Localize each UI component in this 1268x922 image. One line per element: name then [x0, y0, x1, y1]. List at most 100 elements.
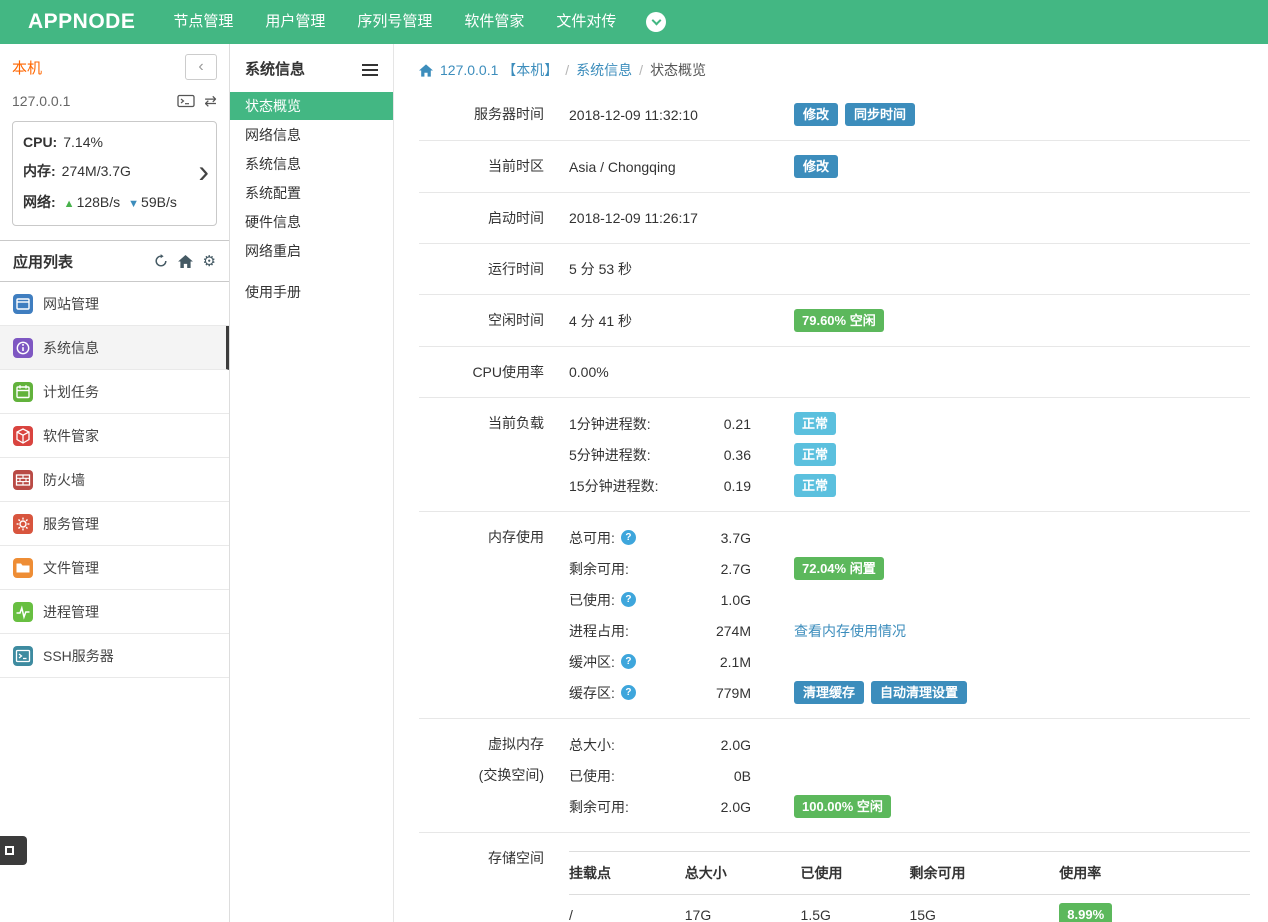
process-icon — [13, 602, 33, 622]
submenu-item-hardware-info[interactable]: 硬件信息 — [230, 208, 393, 236]
nav-item-serial-management[interactable]: 序列号管理 — [341, 0, 448, 44]
app-item-label: 系统信息 — [43, 338, 99, 358]
submenu-item-user-manual[interactable]: 使用手册 — [230, 278, 393, 306]
cpu-usage-value: 0.00% — [569, 364, 794, 380]
submenu-item-network-restart[interactable]: 网络重启 — [230, 237, 393, 265]
host-ip: 127.0.0.1 — [12, 93, 70, 109]
row-boot-time: 启动时间 2018-12-09 11:26:17 — [419, 192, 1250, 243]
chevron-right-icon[interactable]: › — [198, 154, 209, 186]
submenu-item-status-overview[interactable]: 状态概览 — [230, 92, 393, 120]
edit-server-time-button[interactable]: 修改 — [794, 103, 838, 126]
app-list: 网站管理 系统信息 计划任务 软件管家 防火墙 服务管理 — [0, 282, 229, 678]
chevron-down-icon[interactable] — [646, 12, 666, 32]
breadcrumb-separator: / — [565, 62, 569, 78]
corner-tab[interactable] — [0, 836, 27, 865]
server-time-value: 2018-12-09 11:32:10 — [569, 107, 794, 123]
download-arrow-icon: ▼ — [128, 198, 139, 210]
row-label: 内存使用 — [419, 522, 569, 708]
swap-row-total: 总大小: 2.0G — [569, 729, 1250, 760]
memory-row-total: 总可用:? 3.7G — [569, 522, 1250, 553]
swap-row-used: 已使用: 0B — [569, 760, 1250, 791]
row-label: CPU使用率 — [419, 361, 569, 383]
submenu-item-network-info[interactable]: 网络信息 — [230, 121, 393, 149]
edit-timezone-button[interactable]: 修改 — [794, 155, 838, 178]
host-panel: 本机 ‹ 127.0.0.1 ⇄ CPU: 7.14% 内存: 274M/3.7G — [0, 44, 229, 226]
help-icon[interactable]: ? — [621, 685, 636, 700]
ssh-icon — [13, 646, 33, 666]
submenu-item-system-config[interactable]: 系统配置 — [230, 179, 393, 207]
home-icon[interactable] — [178, 255, 193, 268]
sidebar-item-scheduled-tasks[interactable]: 计划任务 — [0, 370, 229, 414]
auto-clear-settings-button[interactable]: 自动清理设置 — [871, 681, 967, 704]
sync-time-button[interactable]: 同步时间 — [845, 103, 915, 126]
row-label: 当前时区 — [419, 155, 569, 178]
refresh-icon[interactable] — [154, 254, 168, 268]
help-icon[interactable]: ? — [621, 530, 636, 545]
breadcrumb-current: 状态概览 — [650, 60, 706, 80]
memory-row-process: 进程占用: 274M 查看内存使用情况 — [569, 615, 1250, 646]
row-storage: 存储空间 挂载点 总大小 已使用 剩余可用 使用率 / — [419, 832, 1250, 922]
nav-item-file-transfer[interactable]: 文件对传 — [540, 0, 632, 44]
memory-value: 274M/3.7G — [62, 163, 131, 179]
brand-logo: APPNODE — [28, 10, 135, 34]
submenu-list: 状态概览 网络信息 系统信息 系统配置 硬件信息 网络重启 使用手册 — [230, 92, 393, 306]
transfer-icon[interactable]: ⇄ — [204, 94, 217, 109]
nav-item-user-management[interactable]: 用户管理 — [249, 0, 341, 44]
sidebar-item-firewall[interactable]: 防火墙 — [0, 458, 229, 502]
main-nav: 节点管理 用户管理 序列号管理 软件管家 文件对传 — [157, 0, 632, 44]
cpu-value: 7.14% — [63, 134, 103, 150]
services-icon — [13, 514, 33, 534]
sidebar-item-software-manager[interactable]: 软件管家 — [0, 414, 229, 458]
app-item-label: 文件管理 — [43, 558, 99, 578]
network-down-value: 59B/s — [141, 194, 177, 210]
home-icon[interactable] — [419, 64, 433, 77]
memory-label: 内存: — [23, 163, 56, 179]
sidebar-item-system-info[interactable]: 系统信息 — [0, 326, 229, 370]
row-cpu-usage: CPU使用率 0.00% — [419, 346, 1250, 397]
clear-cache-button[interactable]: 清理缓存 — [794, 681, 864, 704]
app-list-header: 应用列表 ⚙ — [0, 240, 229, 282]
swap-row-free: 剩余可用: 2.0G 100.00% 空闲 — [569, 791, 1250, 822]
hamburger-icon[interactable] — [362, 62, 378, 76]
timezone-value: Asia / Chongqing — [569, 159, 794, 175]
help-icon[interactable]: ? — [621, 592, 636, 607]
breadcrumb: 127.0.0.1 【本机】 / 系统信息 / 状态概览 — [419, 60, 1250, 80]
scheduled-tasks-icon — [13, 382, 33, 402]
nav-item-node-management[interactable]: 节点管理 — [157, 0, 249, 44]
software-manager-icon — [13, 426, 33, 446]
nav-item-software-manager[interactable]: 软件管家 — [448, 0, 540, 44]
top-navbar: APPNODE 节点管理 用户管理 序列号管理 软件管家 文件对传 — [0, 0, 1268, 44]
help-icon[interactable]: ? — [621, 654, 636, 669]
sidebar-item-service-management[interactable]: 服务管理 — [0, 502, 229, 546]
status-badge: 正常 — [794, 412, 836, 435]
cpu-label: CPU: — [23, 134, 57, 150]
idle-status-badge: 79.60% 空闲 — [794, 309, 884, 332]
sidebar-item-ssh-server[interactable]: SSH服务器 — [0, 634, 229, 678]
storage-row-root: / 17G 1.5G 15G 8.99% — [569, 895, 1250, 922]
gear-icon[interactable]: ⚙ — [203, 254, 216, 269]
host-name: 本机 — [12, 57, 42, 78]
sidebar-item-process-management[interactable]: 进程管理 — [0, 590, 229, 634]
row-label: 启动时间 — [419, 207, 569, 229]
sidebar-item-website-management[interactable]: 网站管理 — [0, 282, 229, 326]
left-sidebar: 本机 ‹ 127.0.0.1 ⇄ CPU: 7.14% 内存: 274M/3.7G — [0, 44, 230, 922]
breadcrumb-host-link[interactable]: 127.0.0.1 【本机】 — [440, 60, 558, 80]
row-label: 存储空间 — [419, 847, 569, 922]
load-row-15min: 15分钟进程数: 0.19 正常 — [569, 470, 1250, 501]
breadcrumb-section-link[interactable]: 系统信息 — [576, 60, 632, 80]
memory-row-cache: 缓存区:? 779M 清理缓存 自动清理设置 — [569, 677, 1250, 708]
submenu-item-system-info[interactable]: 系统信息 — [230, 150, 393, 178]
collapse-sidebar-button[interactable]: ‹ — [185, 54, 217, 80]
row-timezone: 当前时区 Asia / Chongqing 修改 — [419, 140, 1250, 192]
terminal-icon[interactable] — [177, 94, 195, 109]
row-swap: 虚拟内存 (交换空间) 总大小: 2.0G 已使用: 0B 剩余可用: 2.0G… — [419, 718, 1250, 832]
view-memory-usage-link[interactable]: 查看内存使用情况 — [794, 621, 906, 641]
memory-row-buffers: 缓冲区:? 2.1M — [569, 646, 1250, 677]
main-content: 127.0.0.1 【本机】 / 系统信息 / 状态概览 服务器时间 2018-… — [394, 44, 1268, 922]
sidebar-item-file-management[interactable]: 文件管理 — [0, 546, 229, 590]
website-icon — [13, 294, 33, 314]
usage-badge: 8.99% — [1059, 903, 1112, 922]
app-list-title: 应用列表 — [13, 251, 73, 272]
row-uptime: 运行时间 5 分 53 秒 — [419, 243, 1250, 294]
row-load: 当前负载 1分钟进程数: 0.21 正常 5分钟进程数: 0.36 正常 15分… — [419, 397, 1250, 511]
